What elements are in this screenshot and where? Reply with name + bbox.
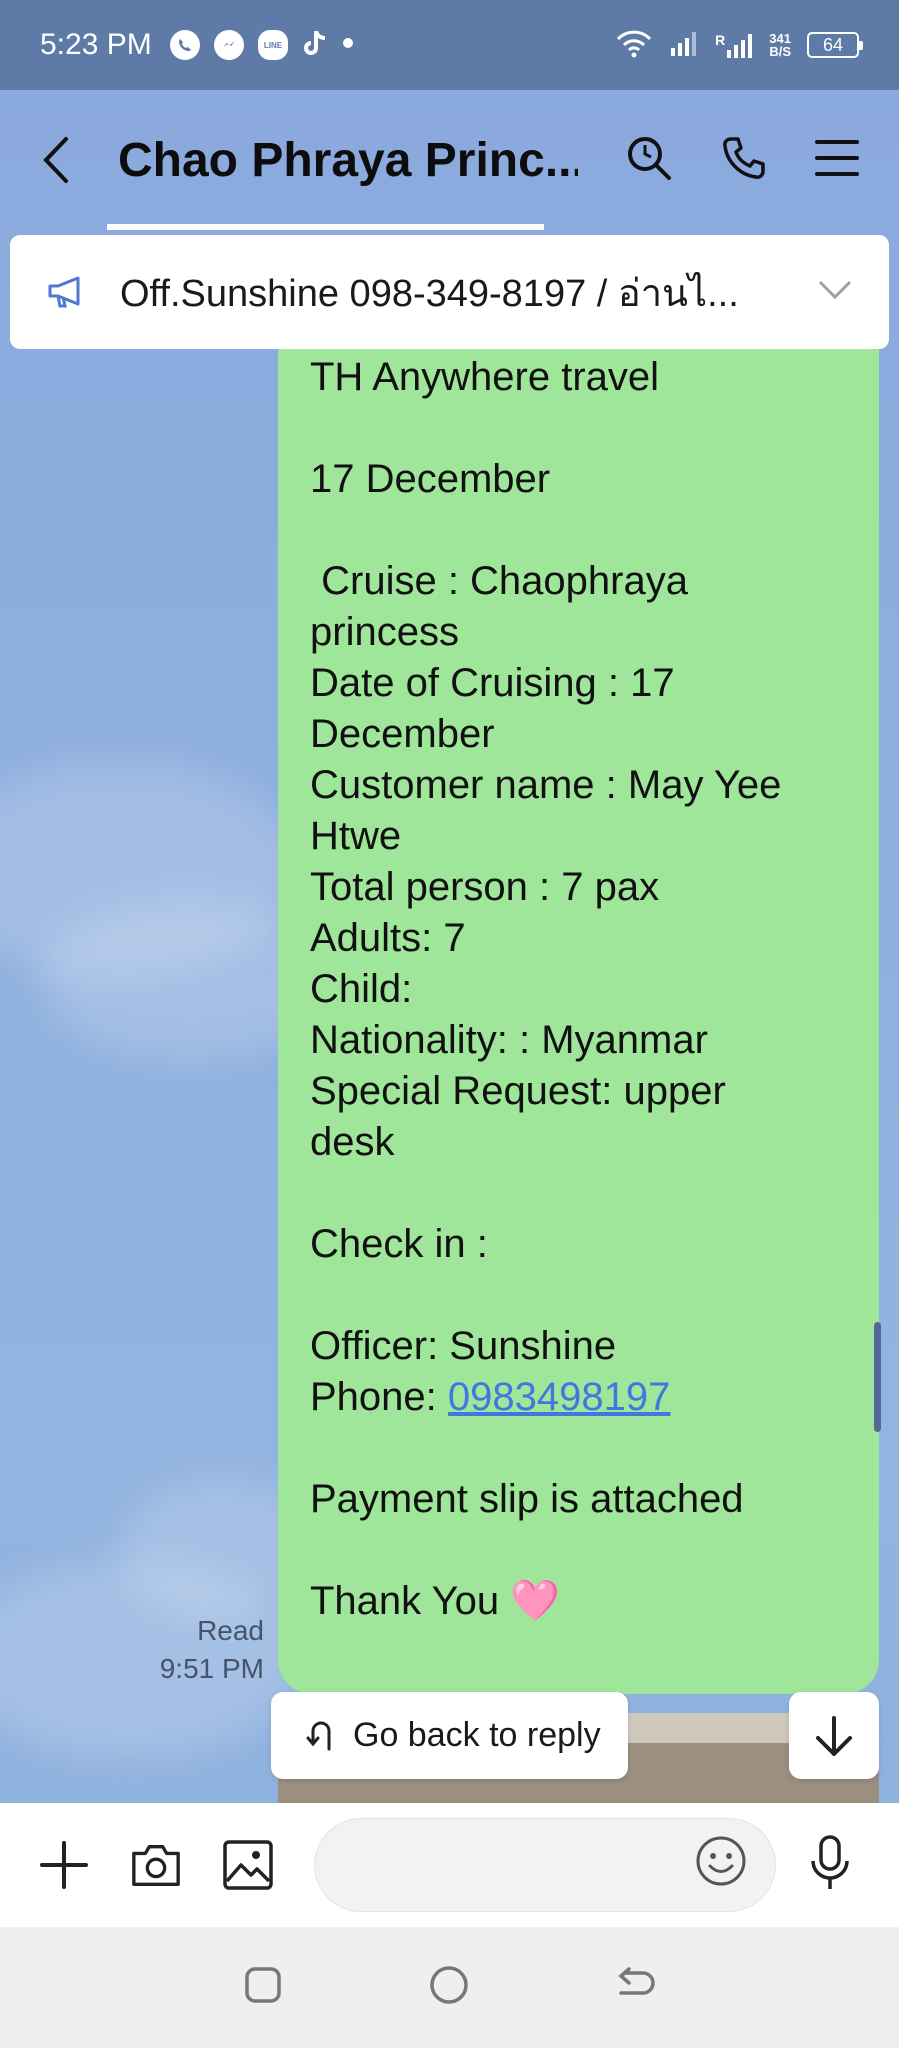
- announcement-text: Off.Sunshine 098-349-8197 / อ่านไ...: [120, 272, 739, 315]
- back-arrow-icon: [43, 137, 68, 183]
- chat-title[interactable]: Chao Phraya Princ...: [118, 133, 578, 188]
- message-line: [310, 403, 849, 454]
- message-line: Htwe: [310, 814, 402, 858]
- chat-header: Chao Phraya Princ...: [0, 90, 899, 230]
- back-button[interactable]: [40, 130, 90, 190]
- message-line: Adults: 7: [310, 916, 466, 960]
- message-bubble[interactable]: TH Anywhere travel 17 December Cruise : …: [278, 300, 879, 1694]
- message-line: TH Anywhere travel: [310, 355, 660, 399]
- message-line: Date of Cruising : 17: [310, 661, 675, 705]
- mic-icon: [811, 1834, 849, 1889]
- message-line: Cruise : Chaophraya: [310, 559, 688, 603]
- camera-button[interactable]: [130, 1839, 182, 1891]
- message-meta: Read 9:51 PM: [160, 1612, 264, 1688]
- more-notifications-dot: [342, 36, 354, 54]
- speed-unit: B/S: [769, 44, 791, 59]
- search-button[interactable]: [625, 134, 673, 187]
- camera-icon: [132, 1845, 180, 1886]
- go-back-to-reply-button[interactable]: Go back to reply: [271, 1692, 628, 1779]
- message-time: 9:51 PM: [159, 1653, 264, 1684]
- home-icon: [429, 1966, 468, 2004]
- message-line: princess: [310, 610, 459, 654]
- message-line: [310, 1525, 849, 1576]
- message-line: [310, 1423, 849, 1474]
- message-body: TH Anywhere travel 17 December Cruise : …: [310, 352, 849, 1372]
- wifi-icon: [615, 28, 653, 63]
- message-input[interactable]: [314, 1818, 776, 1912]
- message-line: Payment slip is attached: [310, 1477, 744, 1521]
- tiktok-icon: [302, 28, 328, 63]
- message-line: Nationality: : Myanmar: [310, 1018, 708, 1062]
- status-right: R 341 B/S 64: [615, 28, 863, 63]
- phone-label: Phone:: [310, 1375, 448, 1419]
- go-back-label: Go back to reply: [353, 1716, 601, 1754]
- status-time: 5:23 PM: [40, 28, 152, 61]
- viber-icon: [169, 30, 200, 60]
- network-speed: 341 B/S: [769, 32, 791, 58]
- call-button[interactable]: [721, 135, 767, 186]
- message-line: Officer: Sunshine: [310, 1324, 617, 1368]
- message-line: Customer name : May Yee: [310, 763, 782, 807]
- recent-apps-icon: [244, 1967, 281, 2003]
- system-nav-bar: [0, 1927, 899, 2048]
- message-line: [310, 505, 849, 556]
- phone-link[interactable]: 0983498197: [448, 1375, 670, 1419]
- emoji-icon: [696, 1836, 746, 1886]
- scrollbar-thumb[interactable]: [874, 1322, 881, 1432]
- battery-indicator: 64: [807, 32, 863, 58]
- emoji-button[interactable]: [695, 1835, 747, 1895]
- svg-text:LINE: LINE: [264, 41, 283, 50]
- status-bar: 5:23 PM LINE R 341 B/S 64: [0, 0, 899, 90]
- heart-emoji: 🩷: [499, 1579, 560, 1623]
- recent-apps-button[interactable]: [243, 1965, 283, 2010]
- message-line: desk: [310, 1120, 395, 1164]
- chevron-down-icon: [818, 280, 852, 299]
- search-icon: [628, 136, 671, 180]
- message-body-after: Payment slip is attached Thank You 🩷: [310, 1423, 849, 1627]
- roaming-label: R: [715, 32, 726, 48]
- phone-line: Phone: 0983498197: [310, 1372, 849, 1423]
- gallery-button[interactable]: [222, 1839, 274, 1891]
- message-line: 17 December: [310, 457, 551, 501]
- add-button[interactable]: [38, 1839, 90, 1891]
- voice-button[interactable]: [808, 1834, 852, 1897]
- phone-icon: [723, 136, 765, 179]
- system-back-button[interactable]: [615, 1967, 657, 2008]
- message-line: Total person : 7 pax: [310, 865, 660, 909]
- message-line: [310, 1168, 849, 1219]
- back-icon: [617, 1967, 655, 1995]
- header-underline: [107, 224, 544, 230]
- announcement-banner[interactable]: Off.Sunshine 098-349-8197 / อ่านไ...: [10, 235, 889, 349]
- scroll-to-bottom-button[interactable]: [789, 1692, 879, 1779]
- message-line: Check in :: [310, 1222, 488, 1266]
- message-line: Special Request: upper: [310, 1069, 726, 1113]
- header-actions: [625, 134, 859, 187]
- read-status: Read: [197, 1615, 264, 1646]
- image-icon: [223, 1840, 273, 1890]
- arrow-down-icon: [816, 1715, 852, 1756]
- message-input-bar: [0, 1803, 899, 1927]
- megaphone-icon: [48, 276, 80, 308]
- messenger-icon: [213, 30, 244, 60]
- signal-icon-1: [669, 30, 699, 61]
- notification-icons: LINE: [169, 28, 354, 63]
- message-line: December: [310, 712, 495, 756]
- signal-icon-2: R: [715, 32, 753, 58]
- plus-icon: [40, 1841, 88, 1889]
- message-line: Child:: [310, 967, 413, 1011]
- home-button[interactable]: [428, 1964, 470, 2011]
- expand-announcement[interactable]: [817, 279, 853, 306]
- return-arrow-icon: [306, 1721, 331, 1750]
- message-line: [310, 1270, 849, 1321]
- line-app-icon: LINE: [257, 30, 288, 60]
- message-line: Thank You 🩷: [310, 1579, 560, 1623]
- menu-button[interactable]: [815, 138, 859, 183]
- menu-icon: [815, 139, 859, 176]
